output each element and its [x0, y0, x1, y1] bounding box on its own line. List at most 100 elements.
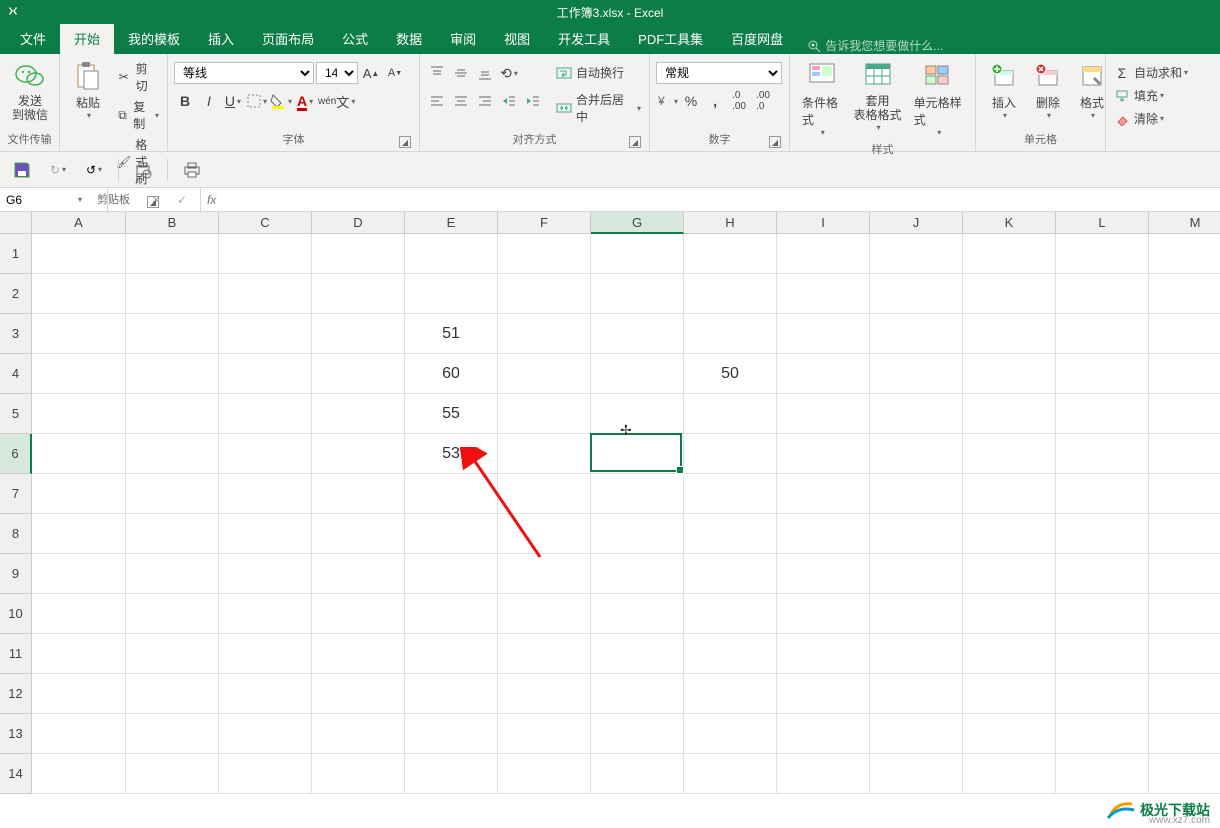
cell-K7[interactable]	[963, 474, 1056, 514]
cell-E12[interactable]	[405, 674, 498, 714]
column-header-B[interactable]: B	[126, 212, 219, 234]
tab-百度网盘[interactable]: 百度网盘	[717, 23, 797, 54]
cell-F14[interactable]	[498, 754, 591, 794]
cell-L9[interactable]	[1056, 554, 1149, 594]
cell-I3[interactable]	[777, 314, 870, 354]
border-button[interactable]: ▾	[246, 90, 268, 112]
send-to-wechat-button[interactable]: 发送 到微信	[6, 58, 54, 125]
cell-B13[interactable]	[126, 714, 219, 754]
cell-D6[interactable]	[312, 434, 405, 474]
tab-PDF工具集[interactable]: PDF工具集	[624, 23, 717, 54]
cell-J13[interactable]	[870, 714, 963, 754]
cell-C5[interactable]	[219, 394, 312, 434]
cell-K2[interactable]	[963, 274, 1056, 314]
column-header-A[interactable]: A	[32, 212, 126, 234]
cell-G7[interactable]	[591, 474, 684, 514]
cell-H9[interactable]	[684, 554, 777, 594]
column-header-M[interactable]: M	[1149, 212, 1220, 234]
cell-K8[interactable]	[963, 514, 1056, 554]
cell-L11[interactable]	[1056, 634, 1149, 674]
cell-F12[interactable]	[498, 674, 591, 714]
column-header-K[interactable]: K	[963, 212, 1056, 234]
cell-I11[interactable]	[777, 634, 870, 674]
cell-E14[interactable]	[405, 754, 498, 794]
cell-M14[interactable]	[1149, 754, 1220, 794]
clear-button[interactable]: 清除▾	[1112, 108, 1166, 129]
cell-A5[interactable]	[32, 394, 126, 434]
cell-K9[interactable]	[963, 554, 1056, 594]
cell-G8[interactable]	[591, 514, 684, 554]
cell-E10[interactable]	[405, 594, 498, 634]
tell-me-search[interactable]: 告诉我您想要做什么...	[807, 37, 943, 54]
cell-L7[interactable]	[1056, 474, 1149, 514]
cell-I7[interactable]	[777, 474, 870, 514]
redo-button[interactable]: ↻▾	[46, 158, 70, 182]
cell-K13[interactable]	[963, 714, 1056, 754]
tab-数据[interactable]: 数据	[382, 23, 436, 54]
confirm-formula-button[interactable]: ✓	[172, 193, 192, 207]
cell-F4[interactable]	[498, 354, 591, 394]
underline-button[interactable]: U▾	[222, 90, 244, 112]
cell-G1[interactable]	[591, 234, 684, 274]
cell-J3[interactable]	[870, 314, 963, 354]
tab-视图[interactable]: 视图	[490, 23, 544, 54]
cell-K10[interactable]	[963, 594, 1056, 634]
cell-A4[interactable]	[32, 354, 126, 394]
cell-C4[interactable]	[219, 354, 312, 394]
undo-button[interactable]: ↺▾	[82, 158, 106, 182]
cell-J4[interactable]	[870, 354, 963, 394]
align-bottom-button[interactable]	[474, 62, 496, 84]
cell-B7[interactable]	[126, 474, 219, 514]
wrap-text-button[interactable]: 自动换行	[554, 62, 643, 83]
row-header-10[interactable]: 10	[0, 594, 32, 634]
cell-L8[interactable]	[1056, 514, 1149, 554]
cell-A2[interactable]	[32, 274, 126, 314]
cell-D2[interactable]	[312, 274, 405, 314]
increase-decimal-button[interactable]: .0.00	[728, 90, 750, 112]
column-header-H[interactable]: H	[684, 212, 777, 234]
cell-E11[interactable]	[405, 634, 498, 674]
cell-A14[interactable]	[32, 754, 126, 794]
cell-I14[interactable]	[777, 754, 870, 794]
column-header-F[interactable]: F	[498, 212, 591, 234]
align-center-button[interactable]	[450, 90, 472, 112]
cell-F10[interactable]	[498, 594, 591, 634]
cell-L4[interactable]	[1056, 354, 1149, 394]
cell-J5[interactable]	[870, 394, 963, 434]
row-header-12[interactable]: 12	[0, 674, 32, 714]
cell-K12[interactable]	[963, 674, 1056, 714]
cell-I5[interactable]	[777, 394, 870, 434]
cell-B11[interactable]	[126, 634, 219, 674]
cell-K14[interactable]	[963, 754, 1056, 794]
cell-M12[interactable]	[1149, 674, 1220, 714]
cell-M13[interactable]	[1149, 714, 1220, 754]
cell-E8[interactable]	[405, 514, 498, 554]
cell-A9[interactable]	[32, 554, 126, 594]
phonetic-button[interactable]: wén文▾	[318, 90, 355, 112]
cell-H3[interactable]	[684, 314, 777, 354]
decrease-indent-button[interactable]	[498, 90, 520, 112]
cell-J12[interactable]	[870, 674, 963, 714]
cell-M9[interactable]	[1149, 554, 1220, 594]
font-size-select[interactable]: 14	[316, 62, 358, 84]
cell-J11[interactable]	[870, 634, 963, 674]
cell-K11[interactable]	[963, 634, 1056, 674]
cell-A7[interactable]	[32, 474, 126, 514]
cell-G13[interactable]	[591, 714, 684, 754]
save-button[interactable]	[10, 158, 34, 182]
row-header-4[interactable]: 4	[0, 354, 32, 394]
format-as-table-button[interactable]: 套用 表格格式▾	[848, 58, 908, 134]
fill-button[interactable]: 填充▾	[1112, 85, 1166, 106]
row-header-5[interactable]: 5	[0, 394, 32, 434]
paste-button[interactable]: 粘贴 ▾	[66, 58, 110, 122]
number-format-select[interactable]: 常规	[656, 62, 782, 84]
cell-I6[interactable]	[777, 434, 870, 474]
accounting-format-button[interactable]: ¥▾	[656, 90, 678, 112]
cell-J1[interactable]	[870, 234, 963, 274]
clipboard-dialog-launcher[interactable]: ◢	[147, 196, 159, 208]
cell-F7[interactable]	[498, 474, 591, 514]
cell-B3[interactable]	[126, 314, 219, 354]
font-name-select[interactable]: 等线	[174, 62, 314, 84]
cell-C10[interactable]	[219, 594, 312, 634]
cell-C11[interactable]	[219, 634, 312, 674]
